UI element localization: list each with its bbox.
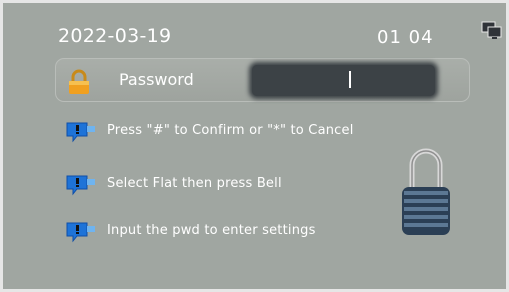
password-label: Password [119,70,194,89]
network-monitors-icon[interactable] [481,21,503,41]
info-speech-icon [65,220,99,244]
hint-text: Input the pwd to enter settings [107,223,316,238]
password-row: Password [55,58,470,102]
padlock-icon [401,145,451,237]
access-panel-screen: 2022-03-19 01 04 Password Press "#" to C… [0,0,509,292]
info-speech-icon [65,120,99,144]
info-speech-icon [65,173,99,197]
text-caret [349,71,351,88]
time-display: 01 04 [377,27,434,48]
date-display: 2022-03-19 [58,25,172,47]
lock-icon [68,69,90,95]
hint-text: Press "#" to Confirm or "*" to Cancel [107,123,354,138]
password-input[interactable] [252,65,435,96]
hint-text: Select Flat then press Bell [107,176,282,191]
